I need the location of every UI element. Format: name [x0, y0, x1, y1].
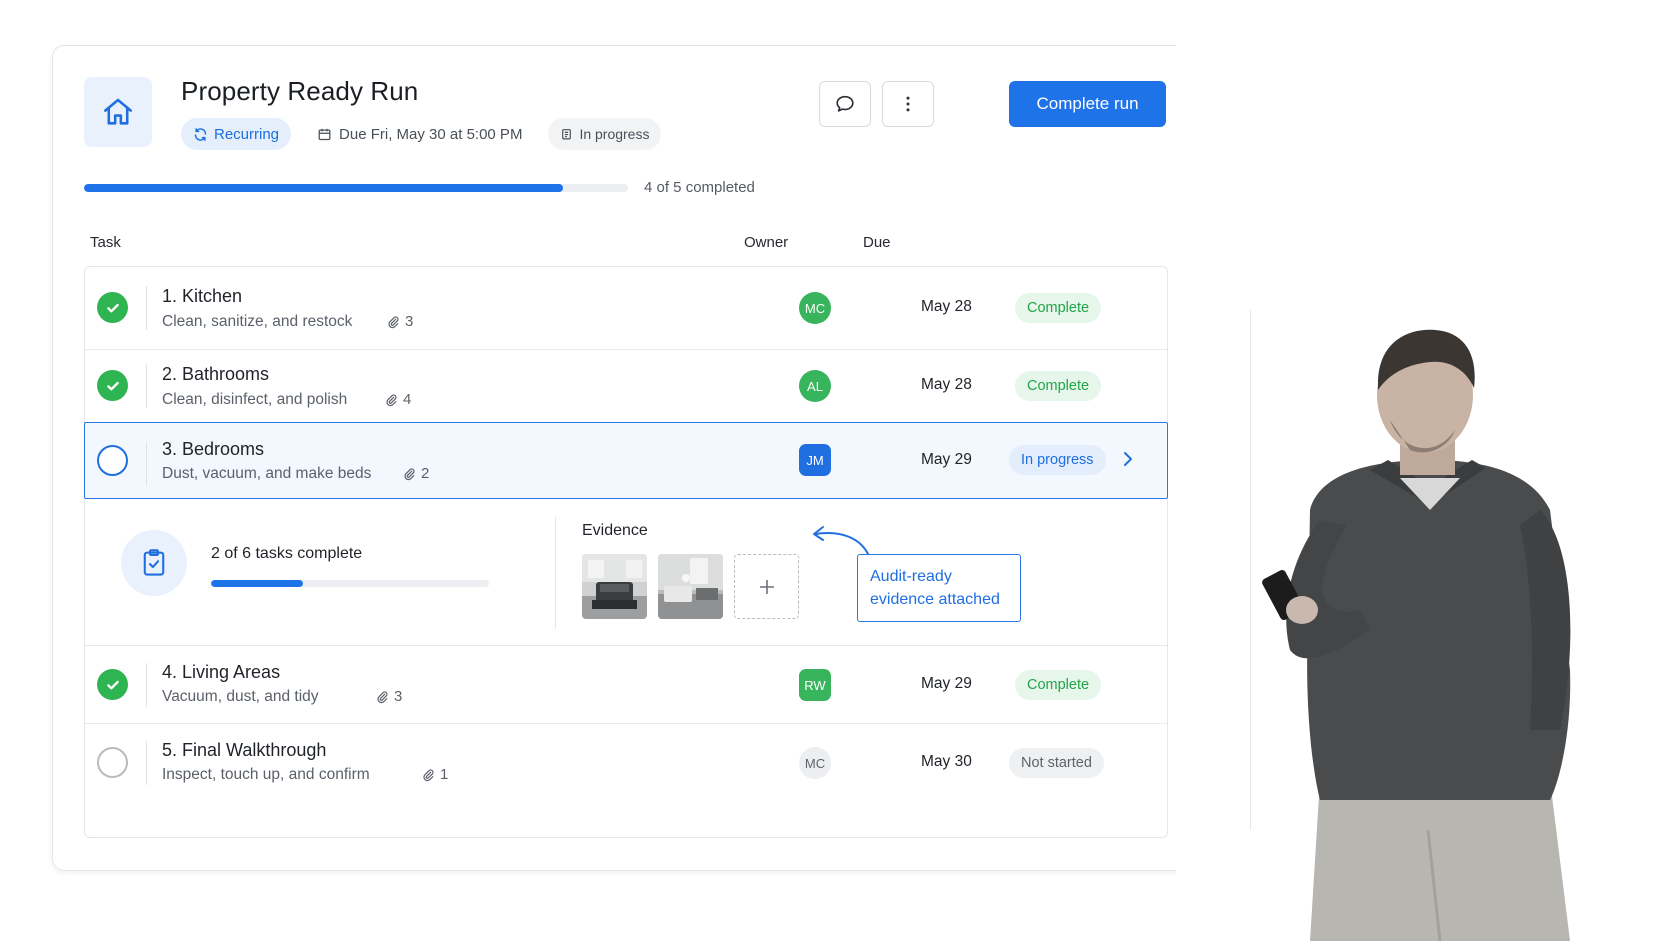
attachment-count: 2	[403, 465, 429, 482]
person-with-phone-photo	[1250, 310, 1571, 941]
task-name: 5. Final Walkthrough	[162, 740, 327, 760]
task-subtitle: Vacuum, dust, and tidy	[162, 688, 319, 705]
attachment-count: 3	[387, 313, 413, 330]
run-progress-bar	[84, 184, 628, 192]
check-complete-icon[interactable]	[97, 292, 128, 323]
evidence-photo-bedroom[interactable]	[582, 554, 647, 619]
attachment-count: 4	[385, 391, 411, 408]
more-vertical-icon	[906, 96, 910, 112]
run-progress-fill	[84, 184, 563, 192]
task-name: 1. Kitchen	[162, 286, 243, 306]
table-row-active[interactable]: 3. Bedrooms Dust, vacuum, and make beds …	[84, 422, 1168, 499]
row-divider	[146, 741, 147, 785]
subtask-progress-fill	[211, 580, 303, 587]
attachment-count-value: 1	[440, 766, 449, 783]
due-label: Due Fri, May 30 at 5:00 PM	[339, 125, 523, 143]
recurring-badge: Recurring	[181, 118, 292, 150]
check-open-icon[interactable]	[97, 445, 128, 476]
task-subtitle: Dust, vacuum, and make beds	[162, 465, 372, 482]
table-row[interactable]: 5. Final Walkthrough Inspect, touch up, …	[85, 724, 1167, 802]
column-task: Task	[90, 234, 121, 251]
clipboard-check-icon	[121, 530, 187, 596]
recurring-label: Recurring	[214, 125, 280, 143]
paperclip-icon	[386, 393, 397, 406]
check-open-icon[interactable]	[97, 747, 128, 778]
paperclip-icon	[377, 690, 388, 703]
status-badge: In progress	[1009, 445, 1106, 475]
task-due: May 29	[921, 451, 972, 468]
paperclip-icon	[423, 768, 434, 781]
attachment-count-value: 4	[403, 391, 412, 408]
status-badge: Not started	[1009, 748, 1104, 778]
task-name: 3. Bedrooms	[162, 439, 265, 459]
comment-icon	[836, 95, 854, 112]
run-card: Property Ready Run Recurring Due Fri, Ma…	[52, 45, 1182, 871]
avatar: MC	[799, 292, 831, 324]
avatar: MC	[799, 747, 831, 779]
check-complete-icon[interactable]	[97, 370, 128, 401]
subtask-progress-label: 2 of 6 tasks complete	[211, 545, 363, 562]
curved-arrow-icon	[813, 526, 870, 557]
task-due: May 29	[921, 675, 972, 692]
avatar: JM	[799, 444, 831, 476]
column-due: Due	[863, 234, 891, 251]
callout-line-1: Audit-ready	[870, 568, 952, 585]
task-table: 1. Kitchen Clean, sanitize, and restock …	[84, 266, 1168, 838]
evidence-callout: Audit-ready evidence attached	[857, 554, 1021, 622]
task-due: May 28	[921, 376, 972, 393]
task-subtitle: Clean, sanitize, and restock	[162, 313, 353, 330]
row-divider	[146, 364, 147, 408]
status-badge: Complete	[1015, 371, 1102, 401]
add-evidence-button[interactable]	[734, 554, 799, 619]
attachment-count: 1	[422, 766, 448, 783]
plus-icon	[759, 579, 774, 594]
chevron-right-icon[interactable]	[1121, 449, 1135, 469]
row-divider	[146, 286, 147, 330]
task-subtitle: Inspect, touch up, and confirm	[162, 766, 370, 783]
paperclip-icon	[388, 315, 399, 328]
attachment-count: 3	[376, 688, 402, 705]
task-due: May 28	[921, 298, 972, 315]
subtask-progress-bar	[211, 580, 489, 587]
complete-run-button[interactable]: Complete run	[1009, 81, 1166, 127]
progress-label: 4 of 5 completed	[644, 179, 755, 196]
paperclip-icon	[404, 467, 415, 480]
calendar-icon	[318, 128, 331, 140]
status-badge: In progress	[548, 118, 662, 150]
card-crop-edge	[1176, 40, 1206, 880]
row-divider	[146, 663, 147, 707]
task-name: 4. Living Areas	[162, 662, 281, 682]
callout-line-2: evidence attached	[870, 591, 1000, 608]
avatar: RW	[799, 669, 831, 701]
evidence-photo-room[interactable]	[658, 554, 723, 619]
page-title: Property Ready Run	[181, 76, 419, 106]
check-complete-icon[interactable]	[97, 669, 128, 700]
clipboard-icon	[562, 129, 572, 140]
status-badge: Complete	[1015, 293, 1102, 323]
task-due: May 30	[921, 753, 972, 770]
row-divider	[146, 442, 147, 486]
attachment-count-value: 3	[405, 313, 414, 330]
table-row[interactable]: 2. Bathrooms Clean, disinfect, and polis…	[85, 345, 1167, 428]
column-owner: Owner	[744, 234, 789, 251]
table-row[interactable]: 1. Kitchen Clean, sanitize, and restock …	[85, 267, 1167, 350]
status-badge: Complete	[1015, 670, 1102, 700]
table-row[interactable]: 4. Living Areas Vacuum, dust, and tidy 3…	[85, 646, 1167, 724]
due-date: Due Fri, May 30 at 5:00 PM	[317, 126, 522, 143]
task-detail-panel: 2 of 6 tasks complete Evidence Audit-rea…	[85, 500, 1167, 646]
attachment-count-value: 2	[421, 465, 430, 482]
task-subtitle: Clean, disinfect, and polish	[162, 391, 348, 408]
task-name: 2. Bathrooms	[162, 364, 270, 384]
evidence-heading: Evidence	[582, 522, 648, 539]
run-meta: Recurring Due Fri, May 30 at 5:00 PM In …	[181, 118, 662, 150]
status-label: In progress	[579, 126, 650, 142]
home-icon	[84, 77, 152, 147]
avatar: AL	[799, 370, 831, 402]
panel-divider	[555, 517, 556, 629]
attachment-count-value: 3	[394, 688, 403, 705]
more-options-button[interactable]	[882, 81, 934, 127]
refresh-icon	[194, 127, 207, 141]
comment-button[interactable]	[819, 81, 871, 127]
